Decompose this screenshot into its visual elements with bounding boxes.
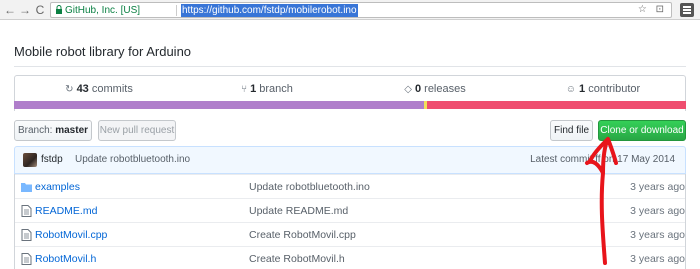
divider [14, 66, 686, 67]
browser-menu-icon[interactable] [680, 3, 694, 17]
contributors-label: contributor [588, 83, 641, 95]
file-commit-message[interactable]: Update README.md [249, 205, 348, 217]
file-age: 3 years ago [630, 253, 685, 265]
branch-select-value: master [55, 125, 89, 136]
new-pull-request-button[interactable]: New pull request [98, 120, 176, 141]
branch-label: branch [259, 83, 293, 95]
url-text[interactable]: https://github.com/fstdp/mobilerobot.ino [181, 4, 358, 17]
commits-count: 43 [76, 83, 89, 95]
language-bar[interactable] [14, 101, 686, 109]
commits-label: commits [91, 83, 133, 95]
people-icon: ☺ [565, 84, 577, 95]
file-age: 3 years ago [630, 205, 685, 217]
commit-message[interactable]: Update robotbluetooth.ino [75, 154, 190, 165]
branch-select-button[interactable]: Branch: master ▾ [14, 120, 92, 155]
contributors-count: 1 [579, 83, 586, 95]
file-commit-message[interactable]: Update robotbluetooth.ino [249, 181, 370, 193]
file-icon [21, 229, 32, 241]
commit-author[interactable]: fstdp [41, 154, 63, 165]
file-commit-message[interactable]: Create RobotMovil.cpp [249, 229, 356, 241]
branch-count: 1 [250, 83, 257, 95]
branch-select-label: Branch: [17, 125, 53, 136]
file-name[interactable]: README.md [35, 205, 97, 217]
contributors-link[interactable]: ☺ 1 contributor [519, 76, 687, 102]
releases-count: 0 [414, 83, 422, 95]
file-name[interactable]: examples [35, 181, 80, 193]
back-icon[interactable]: ← [2, 2, 18, 18]
releases-label: releases [424, 83, 466, 95]
file-commit-message[interactable]: Create RobotMovil.h [249, 253, 345, 265]
lock-icon [56, 5, 62, 14]
file-icon [21, 253, 32, 265]
tag-icon: ◇ [404, 84, 412, 95]
secure-label: GitHub, Inc. [US] [65, 5, 141, 16]
red-arrow-annotation [585, 137, 618, 265]
commits-link[interactable]: ↻ 43 commits [15, 76, 183, 102]
avatar[interactable] [23, 153, 37, 167]
branch-link[interactable]: ⑂ 1 branch [183, 76, 351, 102]
language-segment [427, 101, 686, 109]
file-age: 3 years ago [630, 229, 685, 241]
browser-address-bar: ← → C GitHub, Inc. [US] https://github.c… [0, 0, 700, 20]
releases-link[interactable]: ◇ 0 releases [351, 76, 519, 102]
file-name[interactable]: RobotMovil.h [35, 253, 96, 265]
branch-icon: ⑂ [241, 84, 248, 95]
file-name[interactable]: RobotMovil.cpp [35, 229, 107, 241]
bookmark-star-icon[interactable]: ☆ ⊡ [638, 3, 667, 17]
folder-icon [21, 183, 32, 192]
reload-icon[interactable]: C [32, 2, 48, 18]
url-field[interactable]: GitHub, Inc. [US] https://github.com/fst… [50, 2, 672, 18]
url-divider [176, 5, 177, 16]
file-icon [21, 205, 32, 217]
history-icon: ↻ [65, 84, 74, 95]
repo-description: Mobile robot library for Arduino [14, 44, 192, 59]
language-segment [14, 101, 424, 109]
file-age: 3 years ago [630, 181, 685, 193]
forward-icon[interactable]: → [17, 2, 33, 18]
